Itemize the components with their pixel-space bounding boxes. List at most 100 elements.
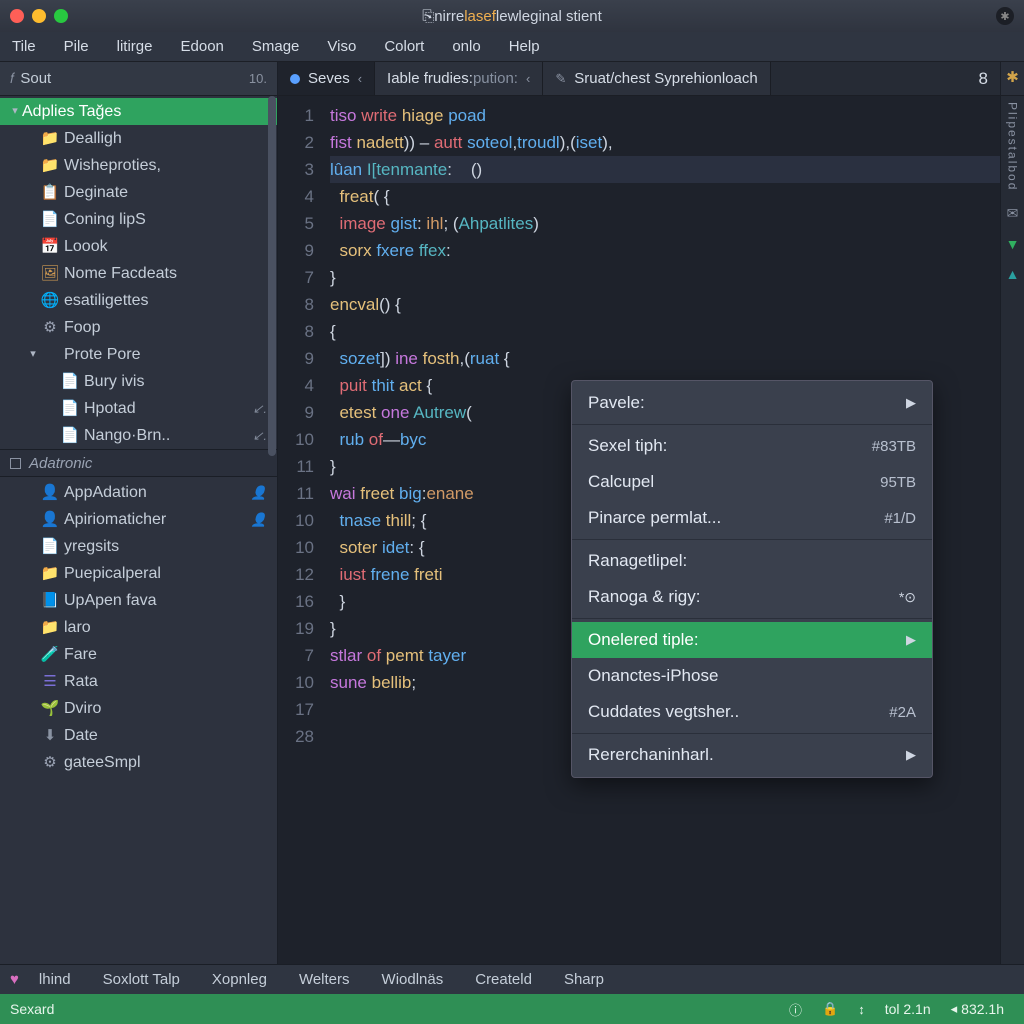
context-menu-item[interactable]: Onelered tiple:▶ [572,622,932,658]
chevron-down-icon[interactable]: ▾ [26,341,40,368]
tree-item[interactable]: 📄Nango·Brn..↙. [0,422,277,449]
status-tab[interactable]: Soxlott Talp [87,971,196,988]
tree-root[interactable]: ▾Adplies Tağes [0,98,277,125]
tree-item[interactable]: 🖼Nome Facdeats [0,260,277,287]
status-segment[interactable]: ⓘ [779,1000,812,1019]
context-menu-item[interactable]: Sexel tiph:#83TB [572,428,932,464]
status-tab[interactable]: Sharp [548,971,620,988]
context-menu-item[interactable]: Pinarce permlat...#1/D [572,500,932,536]
line-number: 28 [278,723,314,750]
tree-item[interactable]: ⚙Foop [0,314,277,341]
tab-label: Sruat/chest Syprehionloach [574,70,757,87]
tree-item[interactable]: ⬇Date [0,722,277,749]
status-segment[interactable]: ↕ [848,1000,875,1019]
tree-item-label: UpApen fava [64,587,157,614]
editor-tab-1[interactable]: Iable frudies:pution:‹ [375,62,543,95]
tree-item[interactable]: ▾Prote Pore [0,341,277,368]
context-menu-item[interactable]: Calcupel95TB [572,464,932,500]
project-panel-header[interactable]: 𝑓 Sout 10. [0,62,278,95]
tree-item[interactable]: 👤AppAdation👤 [0,479,277,506]
file-r-icon: 📄 [60,395,80,422]
right-gutter-header: ✱ [1000,62,1024,95]
menu-smage[interactable]: Smage [238,33,314,60]
tree-item[interactable]: 📄Hpotad↙. [0,395,277,422]
context-menu-item[interactable]: Ranoga & rigy:*⊙ [572,579,932,615]
menu-viso[interactable]: Viso [313,33,370,60]
code-line[interactable]: sorx fxere ffex: [330,237,1000,264]
checkbox-icon[interactable] [10,458,21,469]
context-menu-item[interactable]: Pavele:▶ [572,385,932,421]
window-maximize-button[interactable] [54,9,68,23]
status-tab[interactable]: Welters [283,971,366,988]
context-menu-item[interactable]: Rererchaninharl.▶ [572,737,932,773]
tree-item[interactable]: 📁Dealligh [0,125,277,152]
tree-item-label: Nango·Brn.. [84,422,170,449]
tree-item[interactable]: ⚙gateeSmpl [0,749,277,776]
code-line[interactable]: sozet]) ine fosth,(ruat { [330,345,1000,372]
tree-item[interactable]: 🧪Fare [0,641,277,668]
code-line[interactable]: { [330,318,1000,345]
status-segment[interactable]: ◂832.1h [941,1000,1014,1019]
tree-item[interactable]: 📄Bury ivis [0,368,277,395]
file-icon: 📄 [40,206,60,233]
tree-item[interactable]: 👤Apiriomaticher👤 [0,506,277,533]
tree-item[interactable]: 📘UpApen fava [0,587,277,614]
window-settings-icon[interactable]: ✱ [996,7,1014,25]
menu-litirge[interactable]: litirge [103,33,167,60]
status-segment[interactable]: tol 2.1n [875,1000,941,1019]
chevron-left-icon[interactable]: ‹ [358,71,362,86]
menu-onlo[interactable]: onlo [438,33,494,60]
chevron-left-icon[interactable]: ‹ [526,71,530,86]
right-gutter-label[interactable]: Plipestalbod [1006,102,1020,191]
code-line[interactable]: } [330,264,1000,291]
tree-item[interactable]: 🌱Dviro [0,695,277,722]
tree-item[interactable]: 📁laro [0,614,277,641]
code-line[interactable]: tiso write hiage poad [330,102,1000,129]
code-line[interactable]: encval() { [330,291,1000,318]
code-line[interactable]: lûan I[tenmante: () [330,156,1000,183]
shortcut-label: 95TB [880,474,916,491]
menu-edoon[interactable]: Edoon [167,33,238,60]
window-close-button[interactable] [10,9,24,23]
menu-help[interactable]: Help [495,33,554,60]
tree-item[interactable]: ☰Rata [0,668,277,695]
sidebar-scrollbar-thumb[interactable] [268,96,276,456]
tree-item[interactable]: 📄yregsits [0,533,277,560]
tree-item[interactable]: 📁Puepicalperal [0,560,277,587]
tree-item[interactable]: 📄Coning lipS [0,206,277,233]
status-tab[interactable]: Wiodlnäs [366,971,460,988]
code-line[interactable]: freat( { [330,183,1000,210]
context-menu-item[interactable]: Cuddates vegtsher..#2A [572,694,932,730]
code-line[interactable]: image gist: ihl; (Ahpatlites) [330,210,1000,237]
sidebar-section-header[interactable]: Adatronic [0,449,277,477]
triangle-up-icon[interactable]: ▲ [1006,266,1020,282]
code-line[interactable]: fist nadett)) – autt soteol,troudl),(ise… [330,129,1000,156]
tree-item[interactable]: 📅Loook [0,233,277,260]
triangle-down-icon[interactable]: ▼ [1006,236,1020,252]
status-tab[interactable]: Createld [459,971,548,988]
mail-icon[interactable]: ✉ [1007,205,1019,222]
line-number: 9 [278,399,314,426]
editor-tab-0[interactable]: Seves‹ [278,62,375,95]
star-icon[interactable]: ✱ [1001,62,1024,86]
status-tab[interactable]: lhind [23,971,87,988]
tree-item[interactable]: 📁Wisheproties, [0,152,277,179]
editor-tab-2[interactable]: ✎Sruat/chest Syprehionloach [543,62,770,95]
tree-item-meta: 👤 [251,506,267,533]
status-segment[interactable]: 🔒 [812,1000,848,1019]
menu-tile[interactable]: Tile [0,33,50,60]
tree-item[interactable]: 📋Deginate [0,179,277,206]
menu-pile[interactable]: Pile [50,33,103,60]
tree-item[interactable]: 🌐esatiligettes [0,287,277,314]
chevron-down-icon[interactable]: ▾ [8,98,22,125]
tree-item-label: Nome Facdeats [64,260,177,287]
heart-icon[interactable]: ♥ [0,971,23,988]
context-menu-item[interactable]: Ranagetlipel: [572,543,932,579]
line-number: 4 [278,183,314,210]
window-minimize-button[interactable] [32,9,46,23]
tree-item-label: Bury ivis [84,368,144,395]
tree-item-label: Date [64,722,98,749]
menu-colort[interactable]: Colort [370,33,438,60]
context-menu-item[interactable]: Onanctes-iPhose [572,658,932,694]
status-tab[interactable]: Xopnleg [196,971,283,988]
